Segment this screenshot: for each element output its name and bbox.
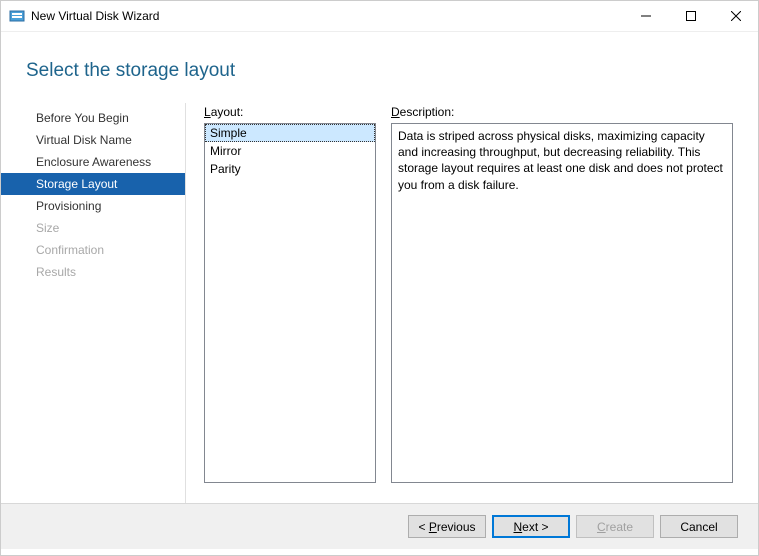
maximize-button[interactable]	[668, 1, 713, 31]
layout-option-simple[interactable]: Simple	[205, 124, 375, 142]
app-icon	[9, 8, 25, 24]
sidebar-item-enclosure-awareness[interactable]: Enclosure Awareness	[1, 151, 185, 173]
page-title: Select the storage layout	[26, 60, 733, 82]
previous-button[interactable]: < Previous	[408, 515, 486, 538]
sidebar-item-storage-layout[interactable]: Storage Layout	[1, 173, 185, 195]
cancel-button[interactable]: Cancel	[660, 515, 738, 538]
window-controls	[623, 1, 758, 31]
minimize-button[interactable]	[623, 1, 668, 31]
page-header: Select the storage layout	[1, 32, 758, 103]
sidebar-item-confirmation: Confirmation	[1, 239, 185, 261]
description-column: Description: Data is striped across phys…	[391, 105, 733, 503]
create-button: Create	[576, 515, 654, 538]
layout-option-parity[interactable]: Parity	[205, 160, 375, 178]
main-panel: Layout: Simple Mirror Parity Description…	[185, 103, 758, 503]
button-bar: < Previous Next > Create Cancel	[1, 503, 758, 549]
layout-option-mirror[interactable]: Mirror	[205, 142, 375, 160]
next-button[interactable]: Next >	[492, 515, 570, 538]
sidebar-item-provisioning[interactable]: Provisioning	[1, 195, 185, 217]
layout-listbox[interactable]: Simple Mirror Parity	[204, 123, 376, 483]
titlebar: New Virtual Disk Wizard	[1, 1, 758, 32]
close-button[interactable]	[713, 1, 758, 31]
content-area: Before You Begin Virtual Disk Name Enclo…	[1, 103, 758, 503]
sidebar-item-results: Results	[1, 261, 185, 283]
wizard-sidebar: Before You Begin Virtual Disk Name Enclo…	[1, 103, 185, 503]
window-title: New Virtual Disk Wizard	[31, 9, 623, 23]
sidebar-item-before-you-begin[interactable]: Before You Begin	[1, 107, 185, 129]
description-text: Data is striped across physical disks, m…	[391, 123, 733, 483]
sidebar-item-virtual-disk-name[interactable]: Virtual Disk Name	[1, 129, 185, 151]
sidebar-item-size: Size	[1, 217, 185, 239]
layout-label: Layout:	[204, 105, 376, 119]
layout-column: Layout: Simple Mirror Parity	[204, 105, 376, 503]
description-label: Description:	[391, 105, 733, 119]
